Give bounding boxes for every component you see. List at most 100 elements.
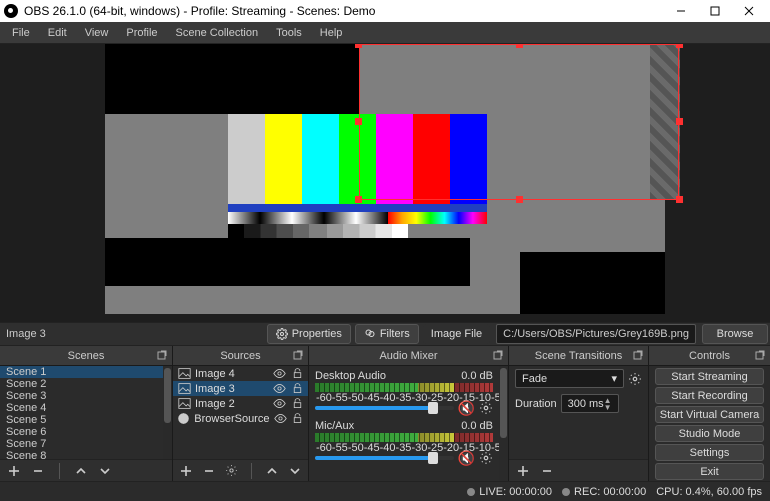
source-item[interactable]: BrowserSource <box>173 411 308 426</box>
source-up-button[interactable] <box>263 462 281 480</box>
add-transition-button[interactable] <box>513 462 533 480</box>
volume-slider[interactable] <box>315 456 454 460</box>
transitions-panel: Scene Transitions Fade▾ Duration 300 ms▲… <box>509 346 649 481</box>
scene-item[interactable]: Scene 8 <box>0 450 163 459</box>
menu-bar: File Edit View Profile Scene Collection … <box>0 22 770 44</box>
scene-item[interactable]: Scene 1 <box>0 366 163 378</box>
menu-scene-collection[interactable]: Scene Collection <box>168 25 267 41</box>
audio-meter <box>315 383 493 392</box>
channel-name: Desktop Audio <box>315 370 386 382</box>
window-title: OBS 26.1.0 (64-bit, windows) - Profile: … <box>24 4 375 18</box>
filters-button[interactable]: Filters <box>355 324 419 344</box>
window-titlebar: OBS 26.1.0 (64-bit, windows) - Profile: … <box>0 0 770 22</box>
sources-panel: Sources Image 4 Image 3 Image 2 <box>173 346 309 481</box>
source-item[interactable]: Image 4 <box>173 366 308 381</box>
scene-item[interactable]: Scene 4 <box>0 402 163 414</box>
audio-mixer-panel: Audio Mixer Desktop Audio0.0 dB -60-55-5… <box>309 346 509 481</box>
scenes-scrollbar[interactable] <box>163 366 172 459</box>
audio-meter <box>315 433 493 442</box>
scene-down-button[interactable] <box>95 462 115 480</box>
image-file-label: Image File <box>423 324 490 344</box>
visibility-toggle[interactable] <box>272 367 286 381</box>
rec-dot-icon <box>562 488 570 496</box>
source-item[interactable]: Image 3 <box>173 381 308 396</box>
menu-file[interactable]: File <box>4 25 38 41</box>
mute-button[interactable]: 🔇 <box>458 451 475 465</box>
start-recording-button[interactable]: Start Recording <box>655 387 764 404</box>
cpu-status: CPU: 0.4%, 60.00 fps <box>656 486 762 498</box>
transition-settings-button[interactable] <box>628 372 642 386</box>
channel-settings-button[interactable] <box>479 451 493 465</box>
status-bar: LIVE: 00:00:00 REC: 00:00:00 CPU: 0.4%, … <box>0 481 770 501</box>
image-icon <box>177 382 191 396</box>
menu-tools[interactable]: Tools <box>268 25 310 41</box>
start-virtual-camera-button[interactable]: Start Virtual Camera <box>655 406 764 423</box>
lock-toggle[interactable] <box>290 382 304 396</box>
mute-button[interactable]: 🔇 <box>458 401 475 415</box>
properties-button[interactable]: Properties <box>267 324 351 344</box>
minimize-button[interactable] <box>664 0 698 22</box>
scene-up-button[interactable] <box>71 462 91 480</box>
add-source-button[interactable] <box>177 462 195 480</box>
channel-settings-button[interactable] <box>479 401 493 415</box>
start-streaming-button[interactable]: Start Streaming <box>655 368 764 385</box>
visibility-toggle[interactable] <box>272 382 286 396</box>
dock-popout-icon[interactable] <box>754 349 766 364</box>
scenes-list[interactable]: Scene 1 Scene 2 Scene 3 Scene 4 Scene 5 … <box>0 366 163 459</box>
menu-edit[interactable]: Edit <box>40 25 75 41</box>
source-item[interactable]: Image 2 <box>173 396 308 411</box>
add-scene-button[interactable] <box>4 462 24 480</box>
preview-area[interactable] <box>0 44 770 322</box>
scene-item[interactable]: Scene 5 <box>0 414 163 426</box>
live-status: LIVE: 00:00:00 <box>467 486 552 498</box>
dock-popout-icon[interactable] <box>632 349 644 364</box>
lock-toggle[interactable] <box>290 397 304 411</box>
live-dot-icon <box>467 488 475 496</box>
exit-button[interactable]: Exit <box>655 463 764 480</box>
remove-scene-button[interactable] <box>28 462 48 480</box>
maximize-button[interactable] <box>698 0 732 22</box>
menu-help[interactable]: Help <box>312 25 351 41</box>
scene-item[interactable]: Scene 7 <box>0 438 163 450</box>
globe-icon <box>177 412 190 426</box>
selected-source-label: Image 3 <box>0 328 170 340</box>
mixer-channel: Desktop Audio0.0 dB -60-55-50-45-40-35-3… <box>309 366 499 416</box>
dock-popout-icon[interactable] <box>292 349 304 364</box>
close-button[interactable] <box>732 0 766 22</box>
duration-spinbox[interactable]: 300 ms▲▼ <box>561 394 619 413</box>
mixer-title: Audio Mixer <box>379 350 437 362</box>
chevron-down-icon: ▾ <box>611 372 617 385</box>
visibility-toggle[interactable] <box>273 412 286 426</box>
lock-toggle[interactable] <box>290 367 304 381</box>
remove-transition-button[interactable] <box>537 462 557 480</box>
mixer-scrollbar[interactable] <box>499 366 508 481</box>
scene-item[interactable]: Scene 6 <box>0 426 163 438</box>
transitions-title: Scene Transitions <box>535 350 622 362</box>
controls-title: Controls <box>689 350 730 362</box>
visibility-toggle[interactable] <box>272 397 286 411</box>
dock-popout-icon[interactable] <box>156 349 168 364</box>
settings-button[interactable]: Settings <box>655 444 764 461</box>
duration-label: Duration <box>515 398 557 410</box>
scenes-panel: Scenes Scene 1 Scene 2 Scene 3 Scene 4 S… <box>0 346 173 481</box>
volume-slider[interactable] <box>315 406 454 410</box>
mixer-channel: Mic/Aux0.0 dB -60-55-50-45-40-35-30-25-2… <box>309 416 499 466</box>
obs-logo-icon <box>4 4 18 18</box>
browse-button[interactable]: Browse <box>702 324 768 344</box>
remove-source-button[interactable] <box>199 462 217 480</box>
scene-item[interactable]: Scene 2 <box>0 378 163 390</box>
scene-item[interactable]: Scene 3 <box>0 390 163 402</box>
source-properties-button[interactable] <box>222 462 240 480</box>
sources-title: Sources <box>220 350 260 362</box>
lock-toggle[interactable] <box>291 412 304 426</box>
transition-select[interactable]: Fade▾ <box>515 369 624 388</box>
source-info-bar: Image 3 Properties Filters Image File C:… <box>0 322 770 346</box>
studio-mode-button[interactable]: Studio Mode <box>655 425 764 442</box>
menu-view[interactable]: View <box>77 25 117 41</box>
dock-popout-icon[interactable] <box>492 349 504 364</box>
source-down-button[interactable] <box>286 462 304 480</box>
image-file-path[interactable]: C:/Users/OBS/Pictures/Grey169B.png <box>496 324 696 344</box>
controls-panel: Controls Start Streaming Start Recording… <box>649 346 770 481</box>
menu-profile[interactable]: Profile <box>118 25 165 41</box>
sources-list[interactable]: Image 4 Image 3 Image 2 BrowserSource <box>173 366 308 459</box>
